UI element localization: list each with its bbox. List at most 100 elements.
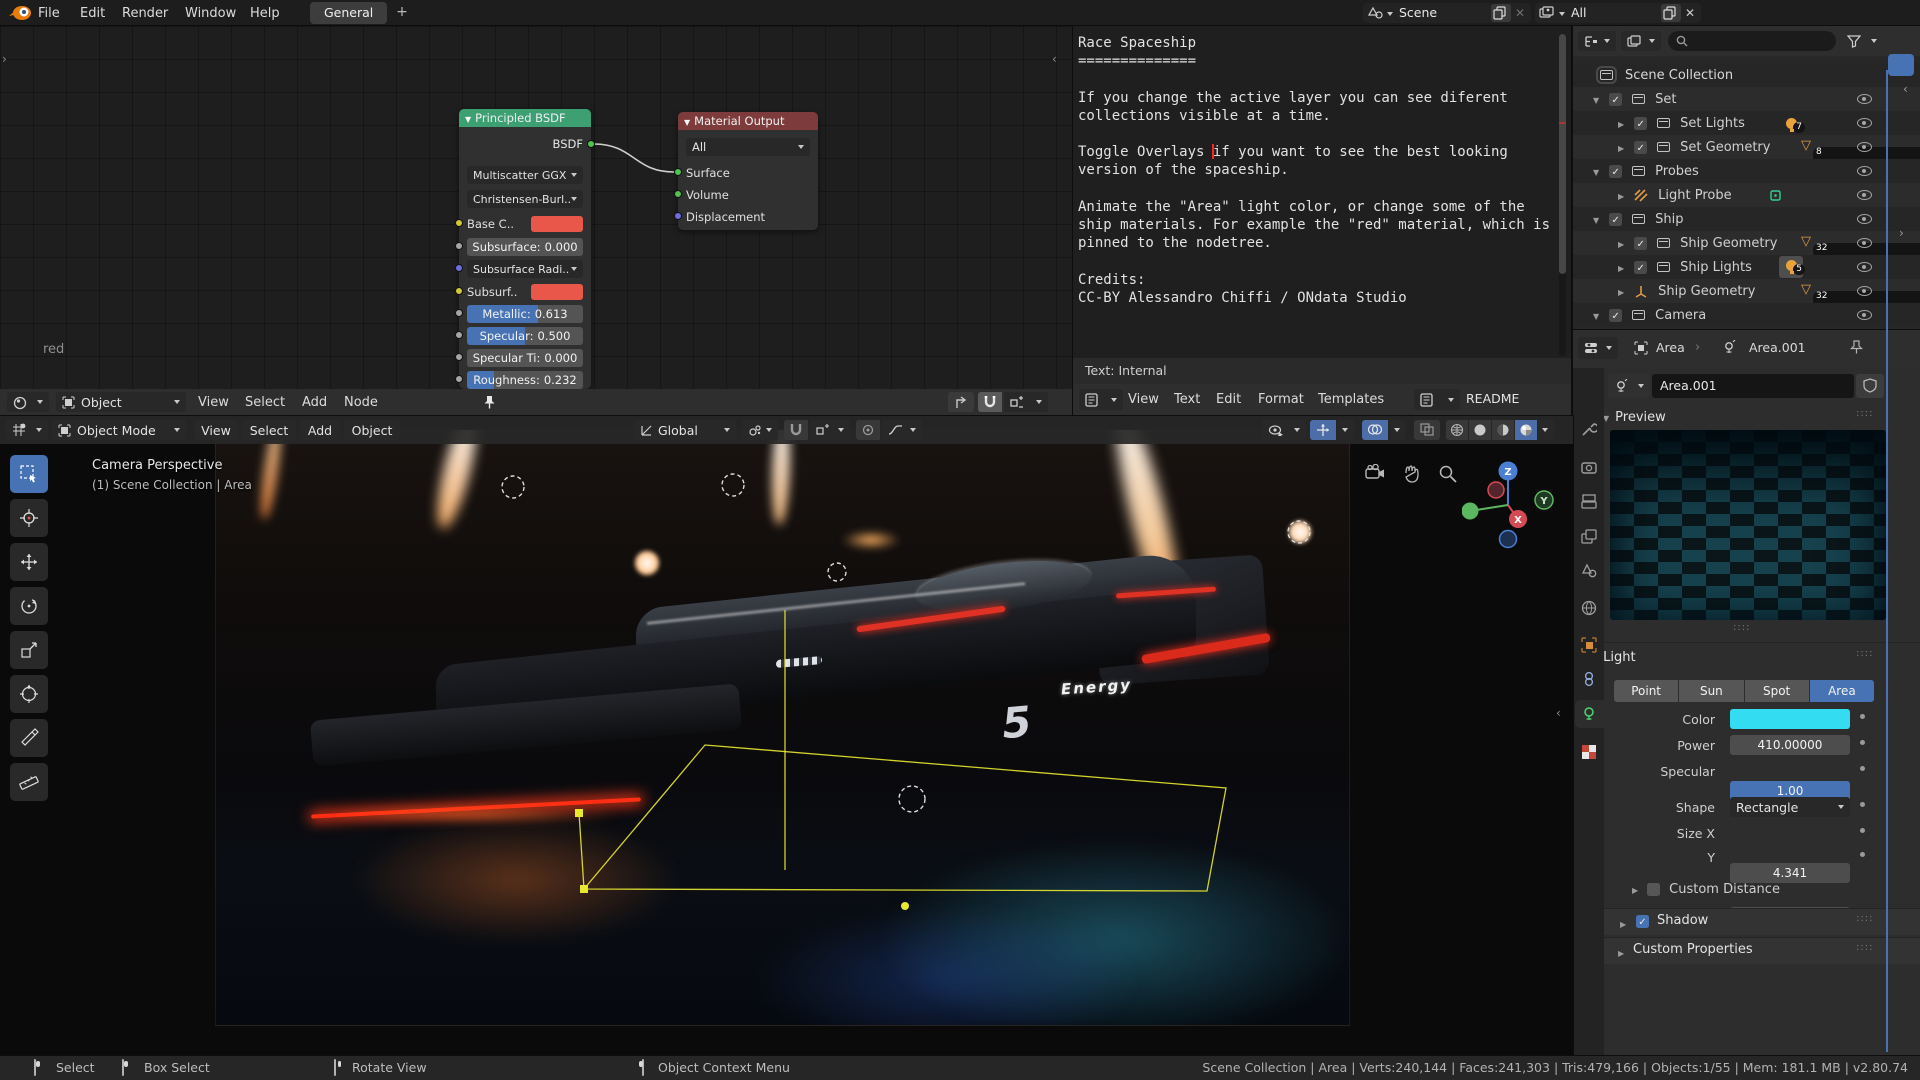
search-input[interactable]: [1668, 31, 1836, 51]
row-label[interactable]: Set Geometry: [1680, 140, 1770, 155]
tool-transform[interactable]: [10, 675, 48, 713]
tab-tool-icon[interactable]: [1581, 421, 1597, 437]
outliner-row[interactable]: Set Lights7: [1573, 111, 1920, 135]
row-label[interactable]: Camera: [1655, 308, 1706, 323]
eye-icon[interactable]: [1857, 190, 1872, 200]
outliner-row[interactable]: Probes: [1573, 159, 1920, 183]
eye-icon[interactable]: [1857, 238, 1872, 248]
sidebar-collapse-icon[interactable]: ‹: [1556, 706, 1561, 720]
gizmo-toggle-icon[interactable]: [1310, 420, 1336, 440]
custom-distance-checkbox[interactable]: [1647, 883, 1660, 896]
display-mode-dropdown[interactable]: [1578, 31, 1616, 51]
disclosure-icon[interactable]: [1618, 140, 1624, 155]
row-label[interactable]: Set Lights: [1680, 116, 1745, 131]
scrollbar[interactable]: [1559, 34, 1566, 356]
custom-properties-panel-header[interactable]: Custom Properties::::: [1573, 937, 1920, 964]
tab-object-icon[interactable]: [1581, 637, 1597, 653]
animate-dot[interactable]: [1860, 802, 1865, 807]
panel-grip[interactable]: ::::: [1856, 913, 1873, 924]
collapse-icon[interactable]: [465, 111, 471, 125]
shadow-checkbox[interactable]: [1636, 915, 1649, 928]
snap-toggle-icon[interactable]: [978, 392, 1002, 412]
disclosure-icon[interactable]: [1593, 92, 1599, 107]
roughness-slider[interactable]: Roughness:0.232: [467, 371, 583, 389]
editor-type-dropdown[interactable]: [1578, 337, 1618, 359]
subsurface-color-row[interactable]: Subsurf..: [467, 283, 583, 301]
row-label[interactable]: Ship: [1655, 212, 1683, 227]
outliner-row[interactable]: Ship Geometry32: [1573, 231, 1920, 255]
subsurface-slider[interactable]: Subsurface:0.000: [467, 238, 583, 256]
expand-chevron-icon[interactable]: ›: [1899, 226, 1904, 240]
viewport-menu-add[interactable]: Add: [300, 420, 340, 440]
base-color-swatch[interactable]: [531, 216, 583, 232]
tool-measure[interactable]: [10, 763, 48, 801]
unlink-scene-button[interactable]: ✕: [1515, 6, 1525, 20]
animate-dot[interactable]: [1860, 740, 1865, 745]
text-datablock-name[interactable]: README: [1466, 391, 1519, 406]
preview-resize-grip[interactable]: ::::: [1733, 622, 1750, 633]
disclosure-icon[interactable]: [1618, 116, 1624, 131]
fake-user-shield-button[interactable]: [1856, 374, 1884, 398]
specular-socket[interactable]: [455, 331, 463, 339]
breadcrumb-object[interactable]: Area: [1656, 340, 1685, 355]
animate-dot[interactable]: [1860, 852, 1865, 857]
custom-distance-row[interactable]: Custom Distance: [1632, 882, 1780, 897]
output-target-dropdown[interactable]: All: [686, 138, 810, 156]
row-label[interactable]: Ship Geometry: [1658, 284, 1755, 299]
tab-world-icon[interactable]: [1581, 600, 1597, 616]
falloff-dropdown[interactable]: [882, 420, 922, 440]
preview-panel-header[interactable]: Preview: [1603, 410, 1666, 425]
outliner-row[interactable]: Ship Geometry32: [1573, 279, 1920, 303]
power-field[interactable]: 410.00000: [1730, 735, 1850, 755]
outliner-row[interactable]: Ship: [1573, 207, 1920, 231]
tool-select-box[interactable]: [10, 455, 48, 493]
subsurface-method-dropdown[interactable]: Christensen-Burl..: [467, 190, 583, 208]
datablock-name-field[interactable]: Area.001: [1652, 374, 1854, 398]
checkbox[interactable]: [1609, 165, 1622, 178]
specular-tint-socket[interactable]: [455, 353, 463, 361]
distribution-dropdown[interactable]: Multiscatter GGX: [467, 166, 583, 184]
disclosure-icon[interactable]: [1618, 284, 1624, 299]
camera-view-button[interactable]: [1365, 464, 1387, 486]
shading-material-icon[interactable]: [1492, 420, 1514, 440]
menu-help[interactable]: Help: [248, 0, 282, 27]
roughness-socket[interactable]: [455, 375, 463, 383]
subsurface-color-swatch[interactable]: [531, 284, 583, 300]
checkbox[interactable]: [1634, 141, 1647, 154]
tab-scene-icon[interactable]: [1581, 563, 1597, 579]
eye-icon[interactable]: [1857, 286, 1872, 296]
menu-render[interactable]: Render: [120, 0, 170, 27]
light-datablock-dropdown[interactable]: [1608, 374, 1650, 398]
disclosure-icon[interactable]: [1593, 308, 1599, 323]
disclosure-icon[interactable]: [1618, 188, 1624, 203]
filter-dropdown[interactable]: [1841, 31, 1883, 51]
tab-view-layer-icon[interactable]: [1581, 529, 1597, 545]
tab-texture-icon[interactable]: [1581, 744, 1597, 760]
viewport-menu-view[interactable]: View: [194, 420, 238, 440]
disclosure-icon[interactable]: [1618, 945, 1624, 960]
scene-selector[interactable]: Scene ✕: [1363, 3, 1531, 23]
pan-view-button[interactable]: [1402, 464, 1424, 486]
disclosure-icon[interactable]: [1593, 212, 1599, 227]
outliner-row-active[interactable]: Ship Lights5: [1573, 255, 1920, 279]
eye-icon[interactable]: [1857, 166, 1872, 176]
checkbox[interactable]: [1609, 93, 1622, 106]
disclosure-icon[interactable]: [1593, 164, 1599, 179]
checkbox[interactable]: [1609, 213, 1622, 226]
scrollbar-thumb[interactable]: [1559, 34, 1566, 274]
go-parent-node-button[interactable]: [948, 392, 974, 412]
row-label[interactable]: Ship Geometry: [1680, 236, 1777, 251]
node-material-output[interactable]: Material Output All Surface Volume Displ…: [678, 112, 818, 230]
new-view-layer-button[interactable]: [1661, 4, 1681, 22]
text-menu-format[interactable]: Format: [1256, 386, 1306, 413]
subsurface-radius-dropdown[interactable]: Subsurface Radi..: [467, 260, 583, 278]
base-color-row[interactable]: Base C..: [467, 215, 583, 233]
editor-type-dropdown[interactable]: [7, 392, 49, 412]
tool-rotate[interactable]: [10, 587, 48, 625]
text-datablock-dropdown[interactable]: [1414, 389, 1460, 410]
tool-cursor[interactable]: [10, 499, 48, 537]
row-label[interactable]: Ship Lights: [1680, 260, 1752, 275]
animate-dot[interactable]: [1860, 828, 1865, 833]
workspace-tab-general[interactable]: General: [310, 2, 387, 24]
shader-type-dropdown[interactable]: Object: [56, 392, 186, 412]
